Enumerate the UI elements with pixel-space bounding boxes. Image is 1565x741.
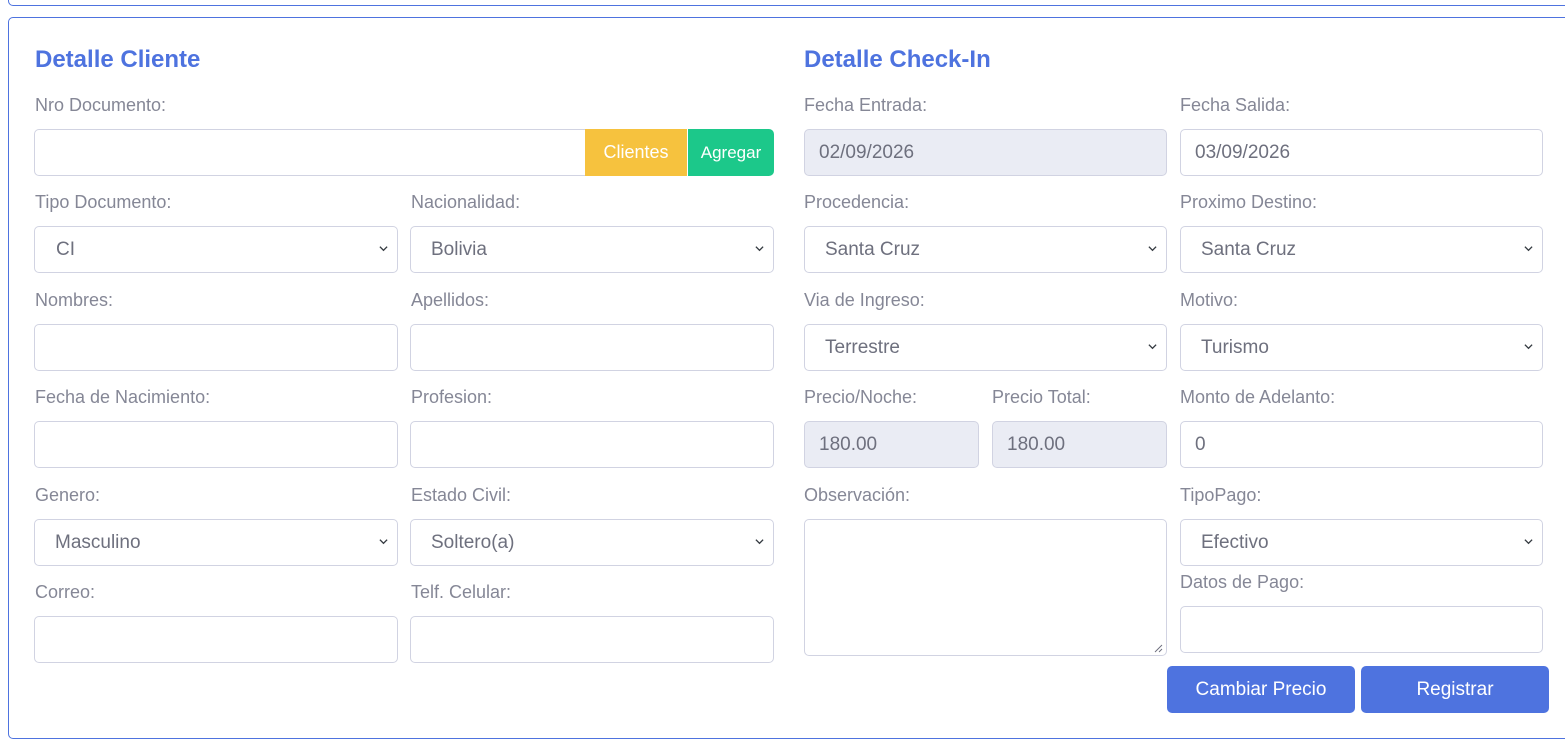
correo-label: Correo: (35, 582, 96, 602)
estado-civil-select[interactable]: Soltero(a) (410, 519, 774, 566)
chevron-down-icon (379, 539, 388, 545)
genero-select[interactable]: Masculino (34, 519, 398, 566)
datos-pago-label: Datos de Pago: (1180, 572, 1305, 592)
genero-label: Genero: (35, 485, 101, 505)
chevron-down-icon (755, 246, 764, 252)
top-card (8, 0, 1565, 6)
motivo-value: Turismo (1201, 337, 1269, 358)
nacionalidad-value: Bolivia (431, 239, 487, 260)
tipo-documento-value: CI (56, 239, 75, 260)
fecha-salida-input[interactable] (1180, 129, 1543, 176)
estado-civil-value: Soltero(a) (431, 532, 515, 553)
chevron-down-icon (1148, 246, 1157, 252)
via-ingreso-select[interactable]: Terrestre (804, 324, 1167, 371)
registrar-button[interactable]: Registrar (1361, 666, 1549, 713)
motivo-label: Motivo: (1180, 290, 1239, 310)
checkin-section-title: Detalle Check-In (804, 46, 991, 73)
monto-adelanto-input[interactable] (1180, 421, 1543, 468)
tipo-documento-label: Tipo Documento: (35, 192, 172, 212)
monto-adelanto-label: Monto de Adelanto: (1180, 387, 1336, 407)
profesion-input[interactable] (410, 421, 774, 468)
tipo-pago-value: Efectivo (1201, 532, 1269, 553)
procedencia-value: Santa Cruz (825, 239, 921, 260)
nro-documento-input[interactable] (34, 129, 590, 176)
apellidos-label: Apellidos: (411, 290, 490, 310)
tipo-pago-select[interactable]: Efectivo (1180, 519, 1543, 566)
proximo-destino-value: Santa Cruz (1201, 239, 1297, 260)
apellidos-input[interactable] (410, 324, 774, 371)
resize-grip-icon[interactable] (1153, 643, 1163, 653)
proximo-destino-label: Proximo Destino: (1180, 192, 1318, 212)
datos-pago-input[interactable] (1180, 606, 1543, 653)
nro-documento-label: Nro Documento: (35, 95, 167, 115)
observacion-textarea[interactable] (804, 519, 1167, 656)
chevron-down-icon (1524, 539, 1533, 545)
chevron-down-icon (379, 246, 388, 252)
fecha-salida-label: Fecha Salida: (1180, 95, 1291, 115)
precio-noche-label: Precio/Noche: (804, 387, 918, 407)
fecha-nacimiento-label: Fecha de Nacimiento: (35, 387, 211, 407)
procedencia-select[interactable]: Santa Cruz (804, 226, 1167, 273)
chevron-down-icon (755, 539, 764, 545)
chevron-down-icon (1524, 344, 1533, 350)
telf-celular-label: Telf. Celular: (411, 582, 512, 602)
tipo-documento-select[interactable]: CI (34, 226, 398, 273)
correo-input[interactable] (34, 616, 398, 663)
profesion-label: Profesion: (411, 387, 493, 407)
nacionalidad-select[interactable]: Bolivia (410, 226, 774, 273)
agregar-button[interactable]: Agregar (688, 129, 774, 176)
nombres-input[interactable] (34, 324, 398, 371)
genero-value: Masculino (55, 532, 141, 553)
nombres-label: Nombres: (35, 290, 114, 310)
chevron-down-icon (1524, 246, 1533, 252)
tipo-pago-label: TipoPago: (1180, 485, 1262, 505)
via-ingreso-label: Via de Ingreso: (804, 290, 925, 310)
via-ingreso-value: Terrestre (825, 337, 900, 358)
observacion-label: Observación: (804, 485, 911, 505)
proximo-destino-select[interactable]: Santa Cruz (1180, 226, 1543, 273)
procedencia-label: Procedencia: (804, 192, 910, 212)
telf-celular-input[interactable] (410, 616, 774, 663)
nacionalidad-label: Nacionalidad: (411, 192, 521, 212)
fecha-nacimiento-input[interactable] (34, 421, 398, 468)
fecha-entrada-input[interactable] (804, 129, 1167, 176)
motivo-select[interactable]: Turismo (1180, 324, 1543, 371)
cambiar-precio-button[interactable]: Cambiar Precio (1167, 666, 1355, 713)
chevron-down-icon (1148, 344, 1157, 350)
estado-civil-label: Estado Civil: (411, 485, 512, 505)
precio-total-label: Precio Total: (992, 387, 1091, 407)
clientes-button[interactable]: Clientes (585, 129, 687, 176)
precio-noche-input[interactable] (804, 421, 979, 468)
precio-total-input[interactable] (992, 421, 1167, 468)
fecha-entrada-label: Fecha Entrada: (804, 95, 928, 115)
cliente-section-title: Detalle Cliente (35, 46, 201, 73)
